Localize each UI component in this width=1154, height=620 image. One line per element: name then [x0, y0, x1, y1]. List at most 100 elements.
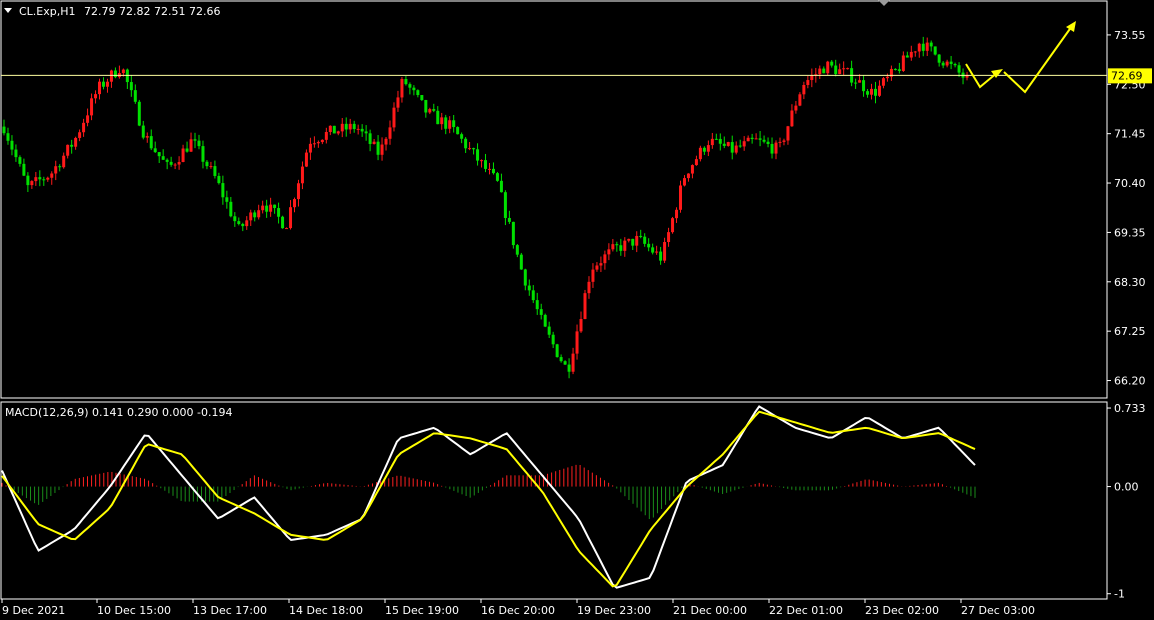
candle-body	[265, 205, 269, 212]
candle-body	[726, 142, 730, 146]
candle-body	[746, 137, 750, 142]
time-tick-label: 15 Dec 19:00	[385, 604, 459, 617]
candle-body	[269, 204, 273, 212]
candle-body	[392, 107, 396, 128]
candle-body	[292, 199, 296, 208]
candle-body	[639, 235, 643, 237]
candle-body	[873, 88, 877, 96]
candle-body	[300, 166, 304, 184]
candle-body	[535, 300, 539, 310]
candle-body	[380, 144, 384, 155]
candle-body	[877, 85, 881, 96]
price-tick-label: 68.30	[1114, 276, 1146, 289]
candle-body	[515, 245, 519, 255]
candle-body	[412, 87, 416, 91]
candle-body	[579, 319, 583, 332]
candle-body	[388, 127, 392, 139]
time-axis: 9 Dec 2021 10 Dec 15:00 13 Dec 17:00 14 Dec…	[1, 599, 1035, 617]
candle-body	[464, 138, 468, 149]
candle-body	[595, 265, 599, 270]
candle-body	[241, 223, 245, 227]
candle-body	[2, 126, 6, 134]
candle-body	[480, 160, 484, 162]
candle-body	[26, 175, 30, 186]
candle-body	[511, 221, 515, 246]
candle-body	[806, 80, 810, 86]
candle-body	[547, 326, 551, 335]
candle-body	[651, 247, 655, 253]
price-tick-label: 69.35	[1114, 226, 1146, 239]
candle-body	[822, 68, 826, 74]
candle-body	[718, 138, 722, 144]
candle-body	[499, 180, 503, 193]
candle-body	[141, 125, 145, 138]
candle-body	[177, 162, 181, 165]
candle-body	[858, 80, 862, 83]
candle-body	[953, 63, 957, 66]
ohlc-readout: 72.79 72.82 72.51 72.66	[84, 5, 220, 18]
candle-body	[599, 263, 603, 266]
candle-body	[428, 109, 432, 113]
candle-body	[870, 88, 874, 95]
candle-body	[655, 251, 659, 253]
candle-body	[635, 235, 639, 246]
candle-body	[105, 81, 109, 87]
candle-body	[679, 185, 683, 210]
candle-body	[432, 109, 436, 111]
candle-body	[686, 173, 690, 179]
candle-body	[627, 238, 631, 241]
candle-body	[563, 361, 567, 365]
candle-body	[261, 205, 265, 211]
candle-body	[30, 181, 34, 186]
candle-body	[10, 140, 14, 150]
candle-body	[253, 212, 257, 218]
candle-body	[201, 146, 205, 162]
candle-body	[786, 126, 790, 141]
candle-body	[555, 344, 559, 358]
candle-body	[66, 144, 70, 156]
candle-body	[591, 269, 595, 282]
candle-body	[225, 197, 229, 202]
candle-body	[957, 65, 961, 73]
candle-body	[296, 183, 300, 200]
candle-body	[710, 138, 714, 146]
candle-body	[754, 138, 758, 140]
candle-body	[157, 152, 161, 157]
candle-body	[6, 133, 10, 141]
candle-body	[46, 177, 50, 180]
candle-body	[452, 120, 456, 128]
candle-body	[229, 201, 233, 217]
candle-body	[571, 353, 575, 372]
candle-body	[444, 117, 448, 129]
candle-body	[917, 43, 921, 52]
candle-body	[854, 82, 858, 84]
candle-body	[133, 90, 137, 102]
candle-body	[372, 141, 376, 144]
candle-body	[631, 238, 635, 246]
candle-body	[109, 70, 113, 82]
candle-body	[22, 163, 26, 176]
candle-body	[885, 76, 889, 79]
candle-body	[94, 94, 98, 99]
candle-body	[675, 209, 679, 219]
candle-body	[281, 216, 285, 229]
candle-body	[420, 95, 424, 101]
time-tick-label: 10 Dec 15:00	[97, 604, 171, 617]
candle-body	[937, 54, 941, 63]
candle-body	[738, 145, 742, 147]
time-tick-label: 16 Dec 20:00	[481, 604, 555, 617]
chart-title: CL.Exp,H1	[19, 5, 76, 18]
candle-body	[324, 131, 328, 140]
candle-body	[706, 145, 710, 152]
candle-body	[766, 141, 770, 144]
candle-body	[396, 97, 400, 108]
candle-body	[567, 364, 571, 372]
candle-body	[663, 242, 667, 261]
candle-body	[34, 177, 38, 182]
candle-body	[778, 141, 782, 143]
candle-body	[308, 143, 312, 153]
candle-body	[213, 166, 217, 176]
candle-body	[400, 79, 404, 98]
price-tick-label: 70.40	[1114, 177, 1146, 190]
candle-body	[74, 137, 78, 147]
